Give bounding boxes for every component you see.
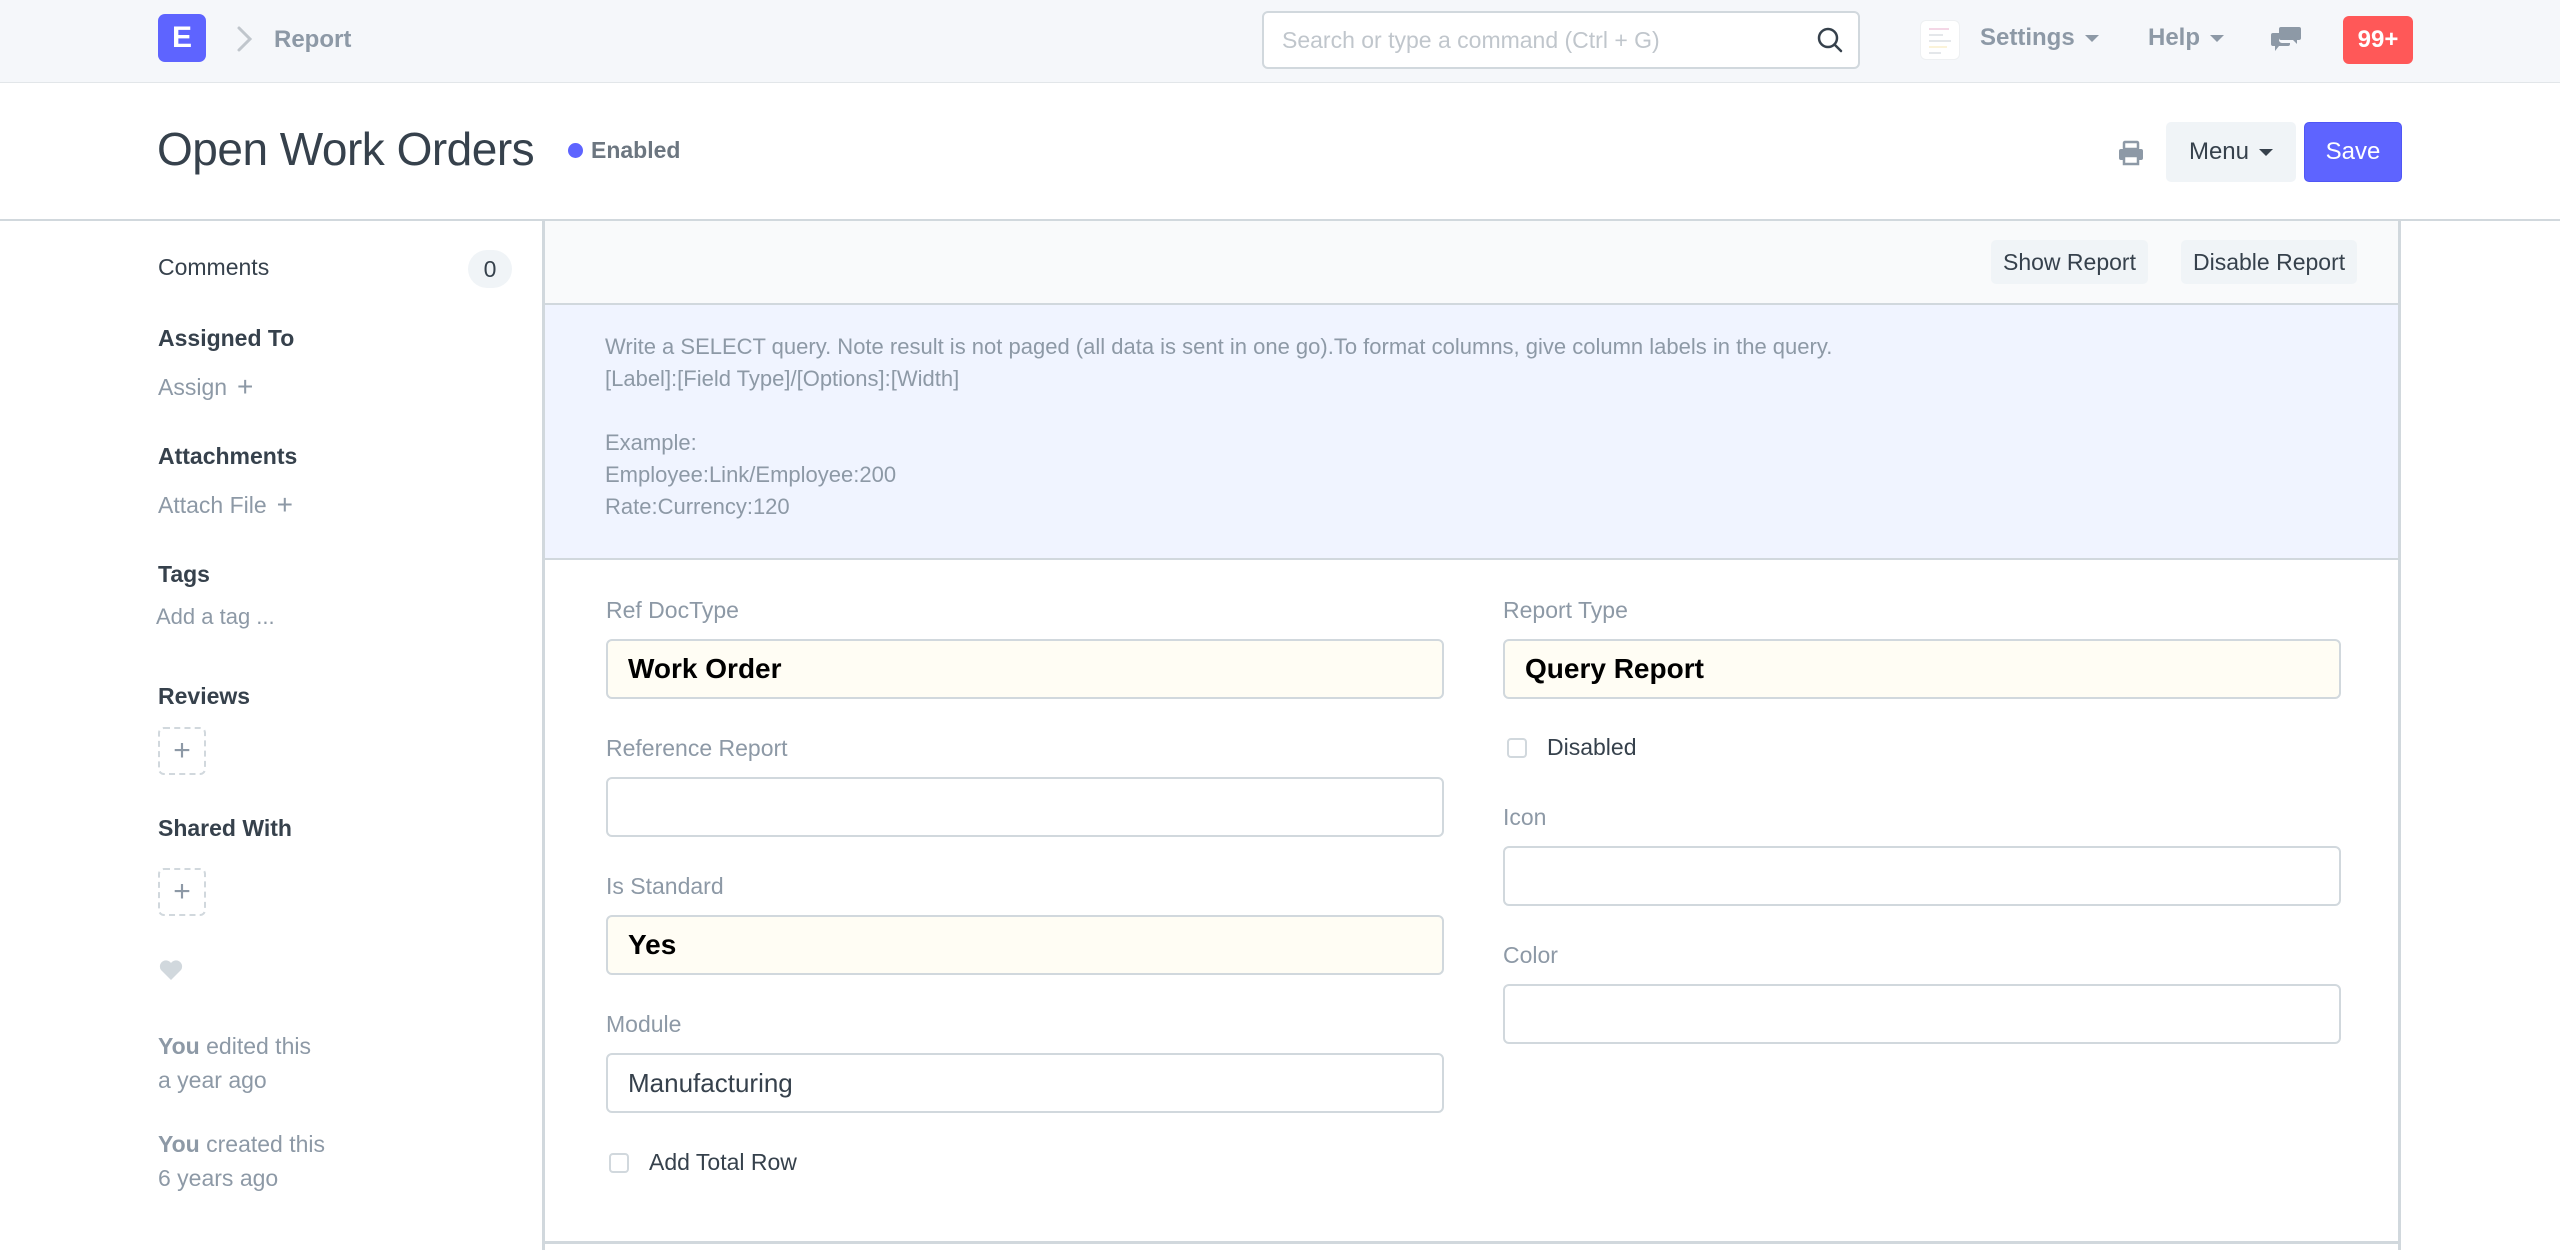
share-button[interactable]: + xyxy=(158,868,206,916)
attach-file-label: Attach File xyxy=(158,491,267,518)
activity-user[interactable]: You xyxy=(158,1033,200,1059)
plus-icon: + xyxy=(276,489,294,520)
color-field[interactable] xyxy=(1503,984,2341,1044)
page-head: Open Work Orders Enabled Menu Save xyxy=(0,84,2560,221)
search-bar xyxy=(1262,11,1860,69)
print-icon[interactable] xyxy=(2117,139,2145,167)
activity-time: 6 years ago xyxy=(158,1165,279,1191)
form-layout: Show Report Disable Report Write a SELEC… xyxy=(542,221,2401,1250)
disabled-checkbox[interactable]: Disabled xyxy=(1507,734,1637,761)
query-help-text: Write a SELECT query. Note result is not… xyxy=(605,334,1833,519)
module-label: Module xyxy=(606,1011,682,1037)
caret-down-icon xyxy=(2259,148,2274,156)
search-icon[interactable] xyxy=(1816,26,1844,54)
activity-time: a year ago xyxy=(158,1067,267,1093)
disabled-label: Disabled xyxy=(1547,734,1637,760)
status-indicator: Enabled xyxy=(568,137,680,164)
menu-label: Menu xyxy=(2188,138,2250,165)
is-standard-label: Is Standard xyxy=(606,873,724,899)
ref-doctype-label: Ref DocType xyxy=(606,597,739,623)
assigned-to-heading: Assigned To xyxy=(158,325,295,351)
status-label: Enabled xyxy=(591,137,681,163)
menu-button[interactable]: Menu xyxy=(2166,122,2296,182)
caret-down-icon xyxy=(2210,34,2225,42)
activity-item: You edited this a year ago xyxy=(158,1029,311,1097)
comments-label: Comments xyxy=(158,254,270,280)
settings-label: Settings xyxy=(1980,24,2075,51)
help-dropdown[interactable]: Help xyxy=(2148,24,2225,52)
heart-icon xyxy=(159,960,183,980)
status-dot-icon xyxy=(568,143,583,158)
add-review-button[interactable]: + xyxy=(158,727,206,775)
help-label: Help xyxy=(2148,24,2201,51)
comments-count-badge: 0 xyxy=(468,250,512,288)
assign-label: Assign xyxy=(158,373,228,400)
assign-button[interactable]: Assign + xyxy=(158,371,253,403)
plus-icon: + xyxy=(237,371,254,402)
like-button[interactable] xyxy=(158,958,184,988)
activity-item: You created this 6 years ago xyxy=(158,1127,325,1195)
activity-action: created this xyxy=(199,1131,326,1157)
tags-heading: Tags xyxy=(158,561,210,587)
color-label: Color xyxy=(1503,942,1558,968)
add-total-row-checkbox[interactable]: Add Total Row xyxy=(609,1149,797,1176)
notifications-badge[interactable]: 99+ xyxy=(2343,16,2413,64)
report-type-label: Report Type xyxy=(1503,597,1628,623)
icon-field[interactable] xyxy=(1503,846,2341,906)
show-report-button[interactable]: Show Report xyxy=(1991,240,2148,284)
shared-with-heading: Shared With xyxy=(158,815,292,841)
breadcrumb-report[interactable]: Report xyxy=(274,26,351,54)
module-field[interactable]: Manufacturing xyxy=(606,1053,1444,1113)
attachments-heading: Attachments xyxy=(158,443,298,469)
activity-action: edited this xyxy=(199,1033,311,1059)
add-tag-link[interactable]: Add a tag ... xyxy=(156,604,275,630)
user-avatar[interactable] xyxy=(1920,20,1960,60)
disable-report-button[interactable]: Disable Report xyxy=(2181,240,2358,284)
search-input[interactable] xyxy=(1282,13,1802,67)
report-type-field[interactable]: Query Report xyxy=(1503,639,2341,699)
chat-icon[interactable] xyxy=(2270,25,2302,53)
icon-label: Icon xyxy=(1503,804,1547,830)
settings-dropdown[interactable]: Settings xyxy=(1980,24,2099,52)
navbar: E Report Settings Help 99+ xyxy=(0,0,2560,83)
add-total-row-label: Add Total Row xyxy=(649,1149,797,1175)
comments-link[interactable]: Comments xyxy=(158,254,269,281)
ref-doctype-field[interactable]: Work Order xyxy=(606,639,1444,699)
reference-report-label: Reference Report xyxy=(606,735,788,761)
section-divider xyxy=(545,1241,2398,1244)
form-toolbar: Show Report Disable Report xyxy=(545,221,2398,305)
caret-down-icon xyxy=(2084,34,2099,42)
chevron-right-icon xyxy=(237,26,253,52)
activity-user[interactable]: You xyxy=(158,1131,200,1157)
plus-icon: + xyxy=(173,734,191,767)
checkbox-icon[interactable] xyxy=(1507,737,1527,758)
reviews-heading: Reviews xyxy=(158,683,251,709)
checkbox-icon[interactable] xyxy=(609,1152,629,1173)
query-help-box: Write a SELECT query. Note result is not… xyxy=(545,305,2398,560)
attach-file-button[interactable]: Attach File + xyxy=(158,489,293,521)
page-title: Open Work Orders xyxy=(157,123,535,175)
app-logo[interactable]: E xyxy=(158,14,206,62)
plus-icon: + xyxy=(173,875,191,908)
is-standard-field[interactable]: Yes xyxy=(606,915,1444,975)
reference-report-field[interactable] xyxy=(606,777,1444,837)
save-button[interactable]: Save xyxy=(2304,122,2402,182)
